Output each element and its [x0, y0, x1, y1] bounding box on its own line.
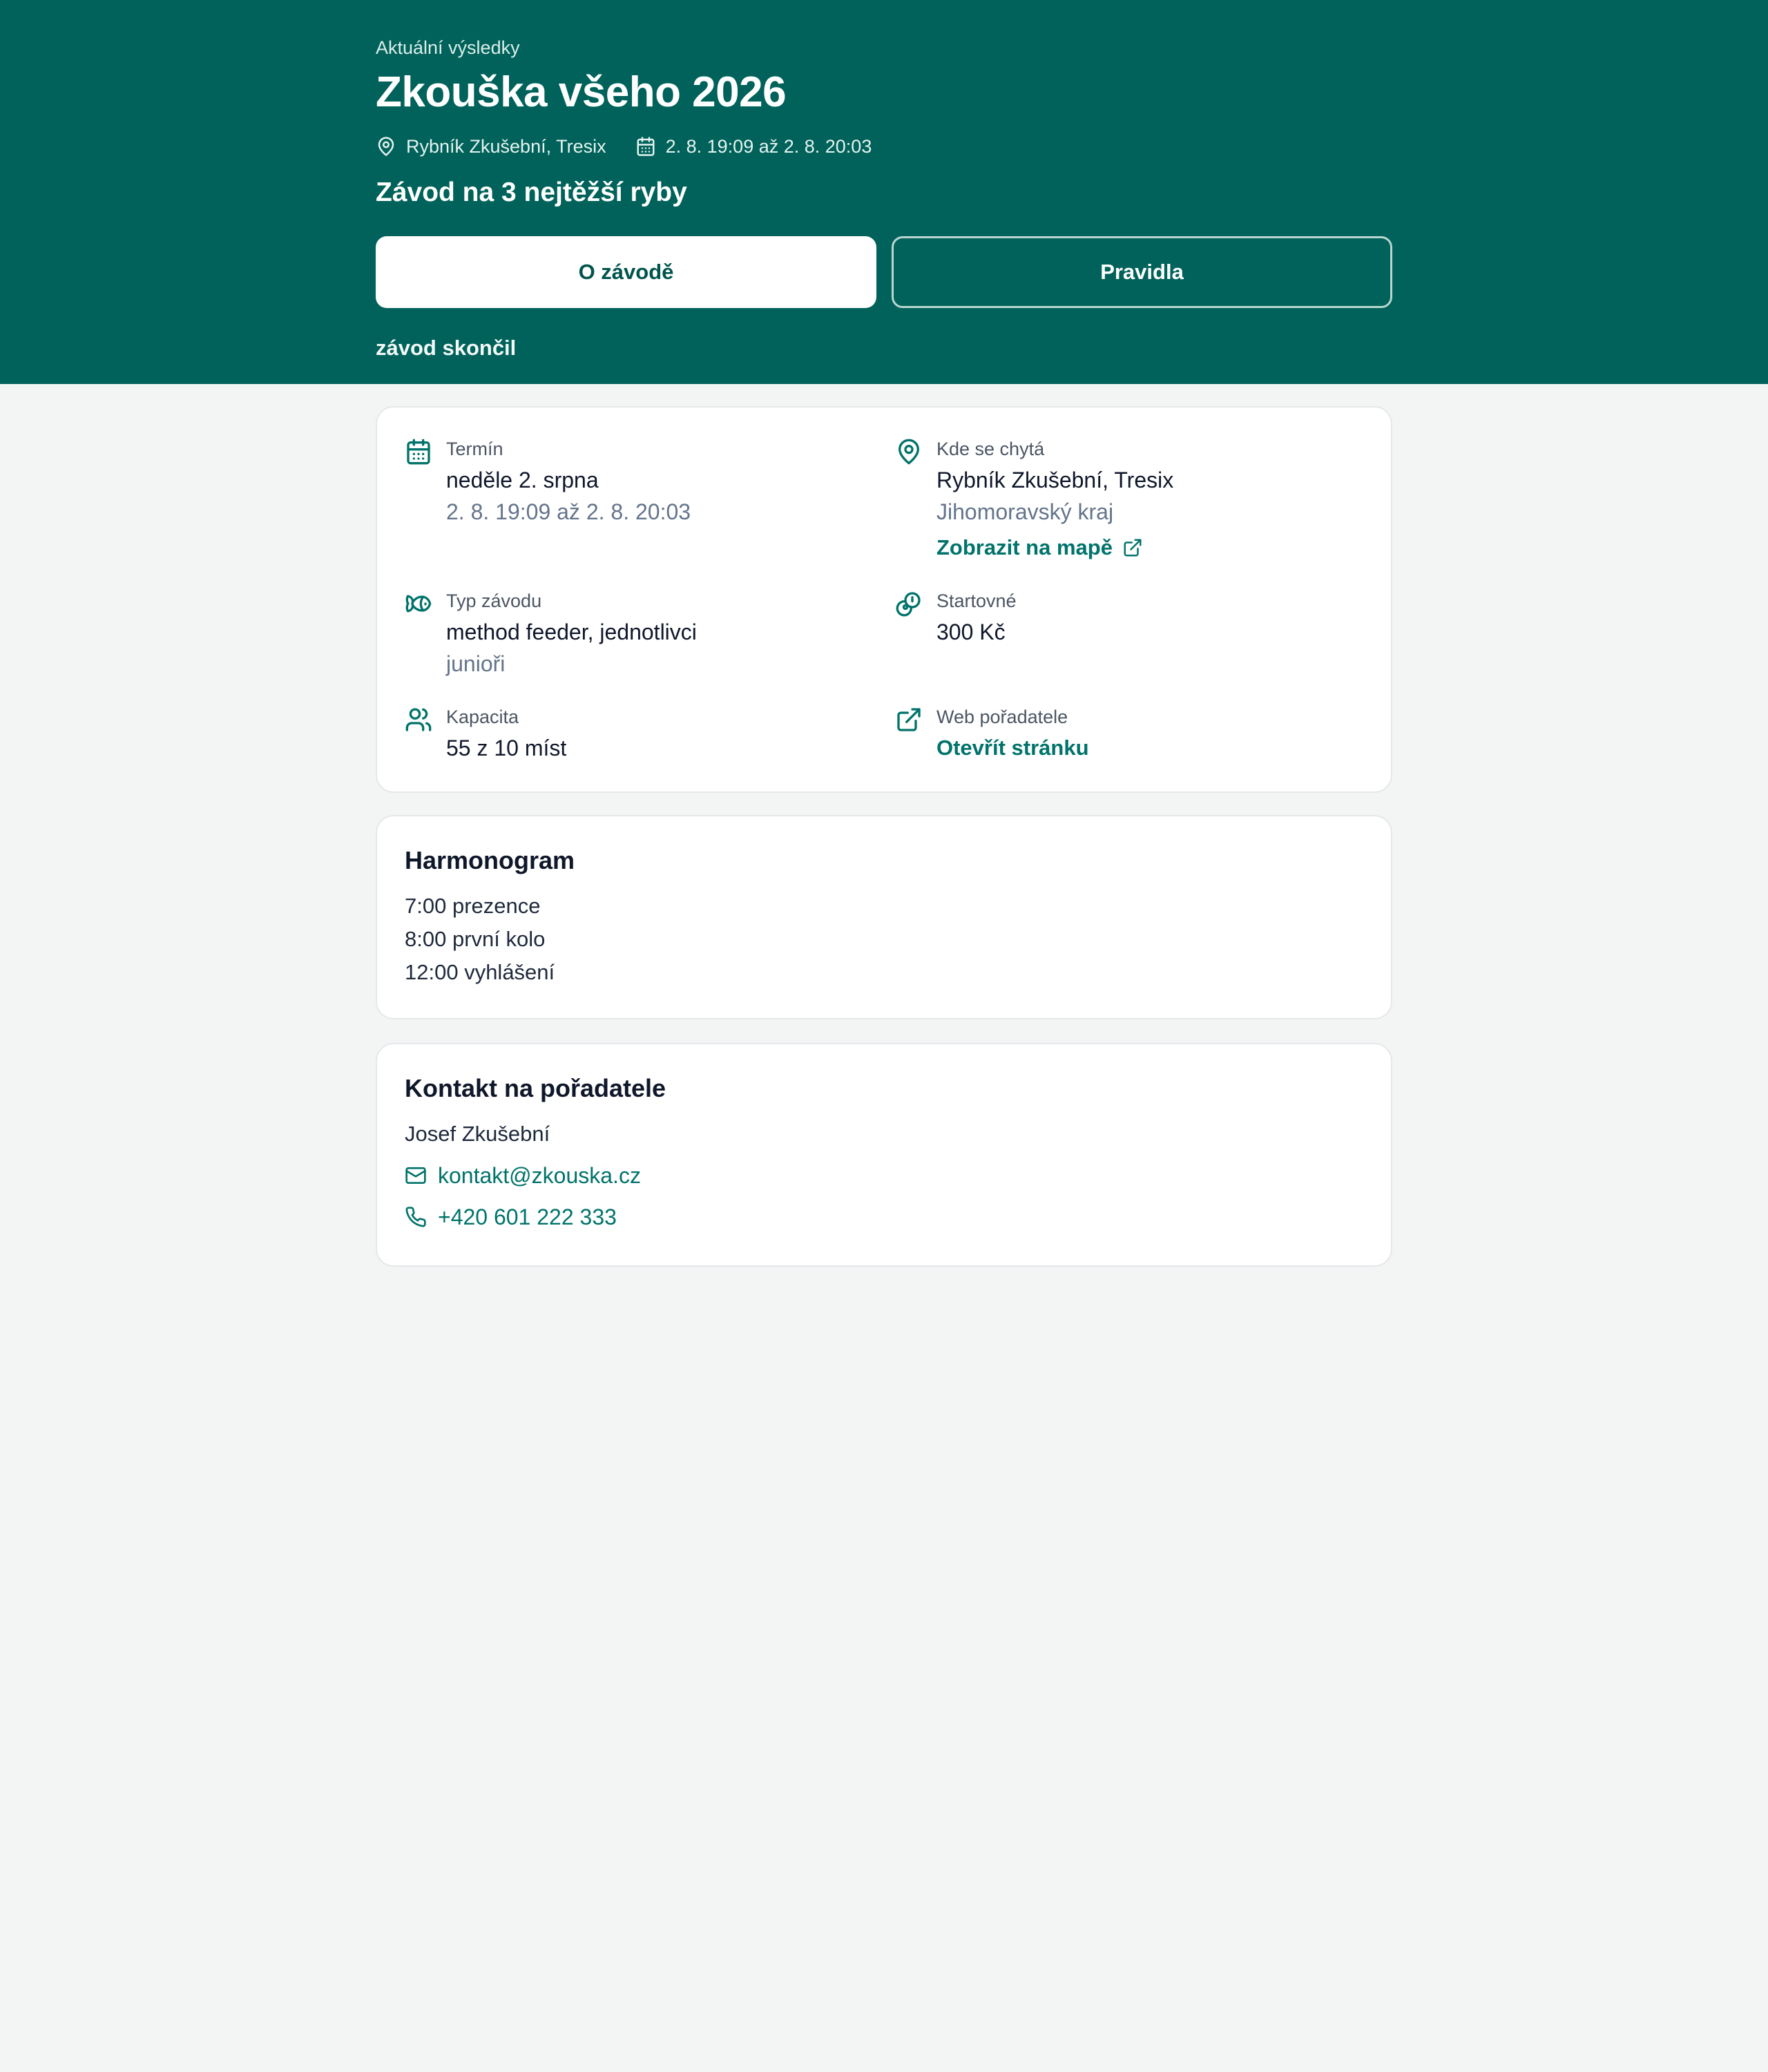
phone-icon: [405, 1207, 426, 1227]
contact-email-link[interactable]: kontakt@zkouska.cz: [405, 1159, 1363, 1192]
info-fee-label: Startovné: [936, 591, 1017, 611]
hero-actions: O závodě Pravidla: [376, 236, 1392, 308]
external-link-icon: [895, 706, 923, 733]
schedule-card: Harmonogram 7:00 prezence 8:00 první kol…: [376, 815, 1392, 1019]
show-on-map-link[interactable]: Zobrazit na mapě: [936, 532, 1143, 564]
race-status: závod skončil: [376, 336, 517, 360]
info-type-value: method feeder, jednotlivci: [446, 620, 697, 644]
calendar-icon: [637, 137, 655, 156]
info-type-sub: junioři: [446, 651, 506, 676]
info-fee-value: 300 Kč: [936, 620, 1006, 644]
map-pin-icon: [895, 438, 923, 466]
schedule-title: Harmonogram: [405, 846, 575, 874]
info-term: Termín neděle 2. srpna 2. 8. 19:09 až 2.…: [405, 437, 691, 528]
page-title: Zkouška všeho 2026: [376, 68, 787, 116]
info-term-value: neděle 2. srpna: [446, 468, 599, 492]
info-place-sub: Jihomoravský kraj: [936, 499, 1114, 524]
info-capacity-value: 55 z 10 míst: [446, 736, 567, 760]
info-web-label: Web pořadatele: [936, 707, 1068, 727]
list-item: 7:00 prezence: [405, 894, 541, 918]
hero-header: Aktuální výsledky Zkouška všeho 2026 Ryb…: [0, 0, 1768, 384]
meta-location: Rybník Zkušební, Tresix: [376, 134, 606, 159]
open-website-link[interactable]: Otevřít stránku: [936, 732, 1089, 764]
contact-card: Kontakt na pořadatele Josef Zkušební kon…: [376, 1043, 1392, 1267]
meta-dates: 2. 8. 19:09 až 2. 8. 20:03: [635, 134, 872, 159]
meta-dates-text: 2. 8. 19:09 až 2. 8. 20:03: [665, 136, 872, 157]
contact-email: kontakt@zkouska.cz: [438, 1163, 641, 1188]
event-meta: Rybník Zkušební, Tresix 2. 8. 19:09 až 2…: [376, 134, 1392, 159]
about-race-button[interactable]: O závodě: [376, 236, 876, 308]
info-term-sub: 2. 8. 19:09 až 2. 8. 20:03: [446, 499, 691, 524]
info-capacity: Kapacita 55 z 10 míst: [405, 704, 566, 764]
contact-name: Josef Zkušební: [405, 1122, 550, 1146]
info-place-label: Kde se chytá: [936, 439, 1045, 459]
info-term-label: Termín: [446, 439, 503, 459]
fish-icon: [405, 590, 432, 617]
race-info-card: Termín neděle 2. srpna 2. 8. 19:09 až 2.…: [376, 406, 1392, 793]
info-place: Kde se chytá Rybník Zkušební, Tresix Jih…: [895, 437, 1173, 564]
list-item: 8:00 první kolo: [405, 927, 546, 951]
info-place-value: Rybník Zkušební, Tresix: [936, 468, 1174, 492]
meta-location-text: Rybník Zkušební, Tresix: [406, 136, 606, 157]
map-pin-icon: [378, 137, 394, 156]
info-web: Web pořadatele Otevřít stránku: [895, 704, 1089, 764]
users-icon: [405, 706, 432, 733]
contact-title: Kontakt na pořadatele: [405, 1074, 666, 1102]
mail-icon: [405, 1167, 426, 1184]
info-type-label: Typ závodu: [446, 591, 542, 611]
contact-phone: +420 601 222 333: [438, 1205, 617, 1229]
rules-button[interactable]: Pravidla: [892, 236, 1392, 308]
calendar-icon: [405, 438, 432, 466]
main-content: Termín neděle 2. srpna 2. 8. 19:09 až 2.…: [376, 406, 1392, 1267]
show-on-map-label: Zobrazit na mapě: [936, 535, 1113, 559]
schedule-list: 7:00 prezence 8:00 první kolo 12:00 vyhl…: [405, 890, 1363, 989]
list-item: 12:00 vyhlášení: [405, 960, 555, 984]
info-type: Typ závodu method feeder, jednotlivci ju…: [405, 588, 697, 680]
external-link-icon: [1124, 539, 1142, 557]
breadcrumb[interactable]: Aktuální výsledky: [376, 36, 1392, 59]
info-fee: Startovné 300 Kč: [895, 588, 1017, 648]
contact-phone-link[interactable]: +420 601 222 333: [405, 1200, 1363, 1234]
event-subtitle: Závod na 3 nejtěžší ryby: [376, 178, 687, 207]
info-capacity-label: Kapacita: [446, 707, 519, 727]
coins-icon: [895, 590, 923, 617]
